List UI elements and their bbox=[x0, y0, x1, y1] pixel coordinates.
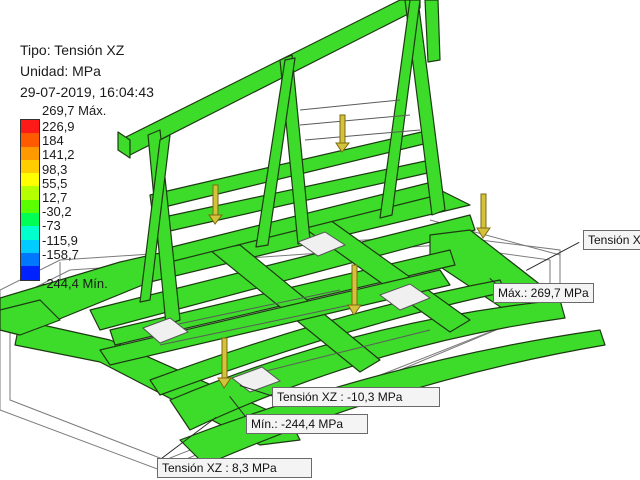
legend-value-label: 226,9 bbox=[42, 119, 75, 134]
legend-swatch bbox=[20, 252, 40, 267]
legend-value-label: -115,9 bbox=[42, 232, 78, 248]
result-type-label: Tipo: Tensión XZ bbox=[20, 42, 125, 58]
probe-label-max[interactable]: Máx.: 269,7 MPa bbox=[493, 283, 594, 303]
legend-value-label: -158,7 bbox=[42, 246, 79, 262]
legend-swatch bbox=[20, 199, 40, 214]
legend-swatch bbox=[20, 119, 40, 134]
probe-label-top-right[interactable]: Tensión XZ bbox=[583, 230, 640, 250]
probe-label-bottom[interactable]: Tensión XZ : 8,3 MPa bbox=[157, 458, 312, 478]
legend-value-label: 184 bbox=[42, 133, 64, 149]
legend-swatch bbox=[20, 146, 40, 160]
probe-label-mid[interactable]: Tensión XZ : -10,3 MPa bbox=[272, 387, 440, 407]
legend-value-label: -30,2 bbox=[42, 204, 72, 220]
legend-swatch bbox=[20, 159, 40, 174]
legend-color-bar bbox=[20, 119, 40, 281]
legend-swatch bbox=[20, 173, 40, 187]
load-arrow-icon bbox=[476, 193, 491, 239]
stress-color-legend: 269,7 Máx. 226,9 184 141,2 98,3 55,5 12,7 -30,… bbox=[20, 104, 108, 290]
legend-swatch bbox=[20, 213, 40, 227]
probe-label-min[interactable]: Mín.: -244,4 MPa bbox=[246, 414, 368, 434]
legend-swatch bbox=[20, 266, 40, 281]
legend-swatch bbox=[20, 226, 40, 240]
legend-value-label: 141,2 bbox=[42, 147, 75, 163]
legend-value-label: 98,3 bbox=[42, 161, 68, 177]
legend-value-label: 55,5 bbox=[42, 175, 68, 191]
legend-swatch bbox=[20, 239, 40, 253]
units-label: Unidad: MPa bbox=[20, 63, 101, 79]
stress-viewport[interactable]: Tipo: Tensión XZ Unidad: MPa 29-07-2019,… bbox=[0, 0, 640, 480]
legend-max-label: 269,7 Máx. bbox=[42, 103, 107, 118]
timestamp-label: 29-07-2019, 16:04:43 bbox=[20, 84, 154, 100]
legend-swatch bbox=[20, 186, 40, 200]
legend-min-label: -244,4 Mín. bbox=[42, 276, 108, 291]
legend-value-label: 12,7 bbox=[42, 190, 68, 205]
legend-swatch bbox=[20, 133, 40, 147]
legend-value-label: -73 bbox=[42, 218, 61, 234]
